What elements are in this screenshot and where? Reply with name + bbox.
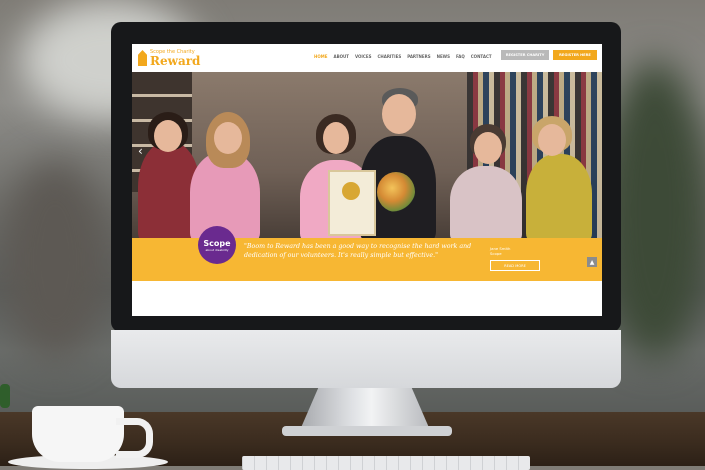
hero-person-4-face [382,94,416,134]
nav-faq[interactable]: FAQ [456,54,465,59]
hero-person-5 [450,166,522,238]
testimonial-author-org: Scope [490,251,502,256]
hero-person-3-face [323,122,349,154]
nav-voices[interactable]: VOICES [355,54,371,59]
scope-logo-tagline: about disability [205,247,229,252]
coffee-cup-handle [116,418,153,458]
main-nav: HOME ABOUT VOICES CHARITIES PARTNERS NEW… [314,54,492,59]
site-logo[interactable]: Scope the Charity Reward [138,48,204,68]
slider-prev-arrow-icon[interactable]: ‹ [138,144,143,158]
nav-contact[interactable]: CONTACT [471,54,492,59]
coffee-cup [32,406,124,462]
flower-bouquet [377,172,415,212]
hero-image: ‹ [132,72,602,238]
register-charity-button[interactable]: REGISTER CHARITY [501,50,549,60]
site-header: Scope the Charity Reward HOME ABOUT VOIC… [132,44,602,72]
register-here-button[interactable]: REGISTER HERE [553,50,597,60]
background-shelf [0,160,110,360]
testimonial-quote: "Boom to Reward has been a good way to r… [244,243,472,259]
nav-partners[interactable]: PARTNERS [407,54,430,59]
nav-charities[interactable]: CHARITIES [377,54,401,59]
scroll-to-top-icon[interactable]: ▲ [587,257,597,267]
hero-person-6-face [538,124,566,156]
monitor-stand [300,388,430,430]
monitor-screen: Scope the Charity Reward HOME ABOUT VOIC… [132,44,602,316]
scope-logo-badge: Scope about disability [198,226,236,264]
plant-leaf [0,384,10,408]
read-more-button[interactable]: READ MORE [490,260,540,271]
testimonial-banner: Scope about disability "Boom to Reward h… [132,226,602,281]
page-content-area [132,281,602,316]
scope-logo-name: Scope [203,238,231,248]
hero-person-1-face [154,120,182,152]
testimonial-author: Jane Smith Scope [490,246,510,256]
hero-person-5-face [474,132,502,164]
logo-wordmark: Reward [150,54,201,68]
logo-house-icon [138,50,147,66]
nav-home[interactable]: HOME [314,54,327,59]
monitor-chin [111,330,621,388]
hero-person-2-face [214,122,242,154]
nav-about[interactable]: ABOUT [333,54,349,59]
monitor-stand-base [282,426,452,436]
award-seal-icon [342,182,360,200]
keyboard [242,456,530,470]
hero-person-6 [526,154,592,238]
award-certificate [328,170,376,236]
nav-news[interactable]: NEWS [437,54,450,59]
